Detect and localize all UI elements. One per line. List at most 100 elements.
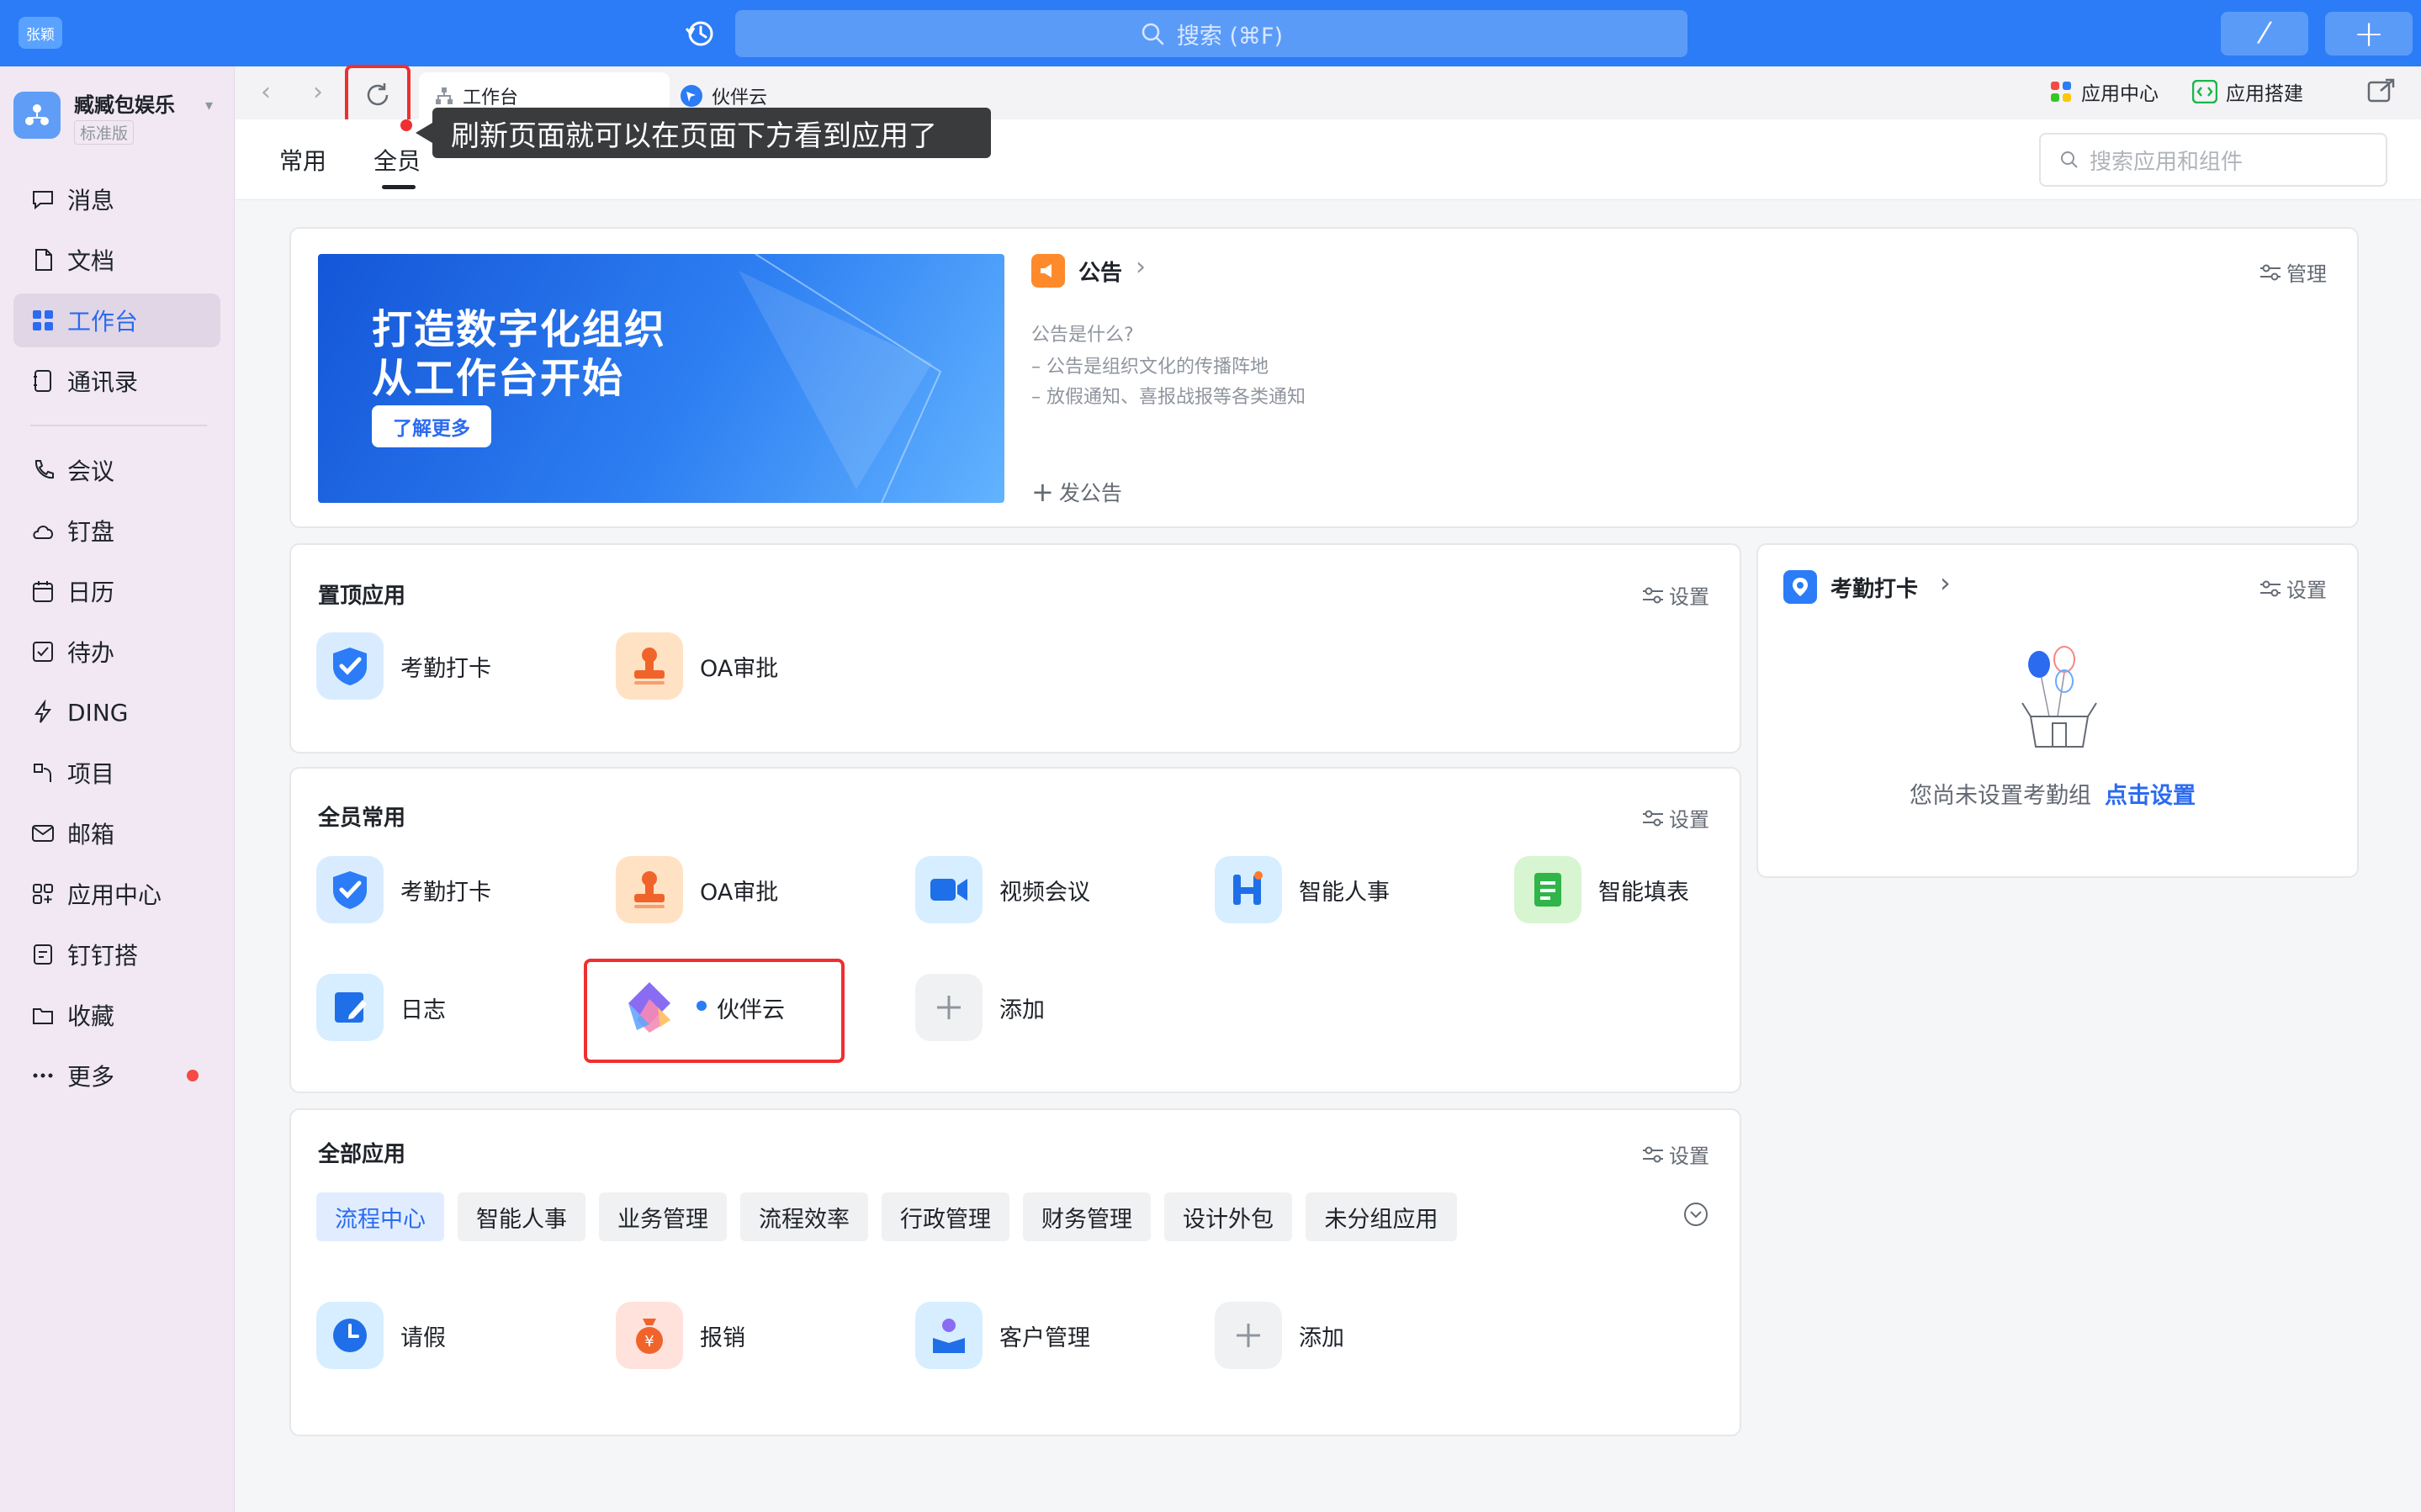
all-apps-card (289, 1108, 1741, 1436)
sidebar-item[interactable]: 日历 (13, 564, 220, 618)
settings-sliders-icon (2260, 580, 2281, 596)
promo-banner[interactable]: 打造数字化组织 从工作台开始 了解更多 (318, 254, 1004, 503)
category-chip[interactable]: 财务管理 (1023, 1192, 1151, 1241)
open-external-icon[interactable] (2367, 77, 2396, 103)
stamp-icon (616, 632, 683, 700)
sidebar-item-label: 钉钉搭 (67, 942, 139, 970)
app-attendance[interactable]: 考勤打卡 (316, 856, 491, 923)
app-search-input[interactable]: 搜索应用和组件 (2039, 133, 2387, 187)
magic-wand-icon: ⁄ (2262, 17, 2267, 50)
history-icon[interactable] (683, 17, 717, 50)
app-oa-approval[interactable]: OA审批 (616, 632, 778, 700)
sidebar-item[interactable]: 消息 (13, 172, 220, 226)
sidebar-item[interactable]: 文档 (13, 233, 220, 287)
app-label: 请假 (400, 1324, 446, 1351)
app-attendance[interactable]: 考勤打卡 (316, 632, 491, 700)
sidebar-item[interactable]: 待办 (13, 625, 220, 679)
empty-balloon-illustration (2016, 641, 2103, 753)
org-logo (13, 92, 61, 139)
magic-wand-button[interactable]: ⁄ (2221, 12, 2308, 56)
sidebar-item[interactable]: 应用中心 (13, 867, 220, 921)
app-label: 考勤打卡 (400, 655, 491, 682)
create-button[interactable]: + (2325, 12, 2413, 56)
money-bag-icon: ¥ (616, 1302, 683, 1369)
announcement-manage-button[interactable]: 管理 (2259, 257, 2327, 287)
active-tab-indicator (382, 185, 416, 189)
smart-hr-icon (1215, 856, 1282, 923)
sidebar-item[interactable]: 会议 (13, 443, 220, 497)
plus-icon (1215, 1302, 1282, 1369)
app-reimbursement[interactable]: ¥ 报销 (616, 1302, 745, 1369)
forward-arrow-icon[interactable]: › (313, 77, 323, 107)
refresh-button[interactable] (345, 65, 411, 125)
sidebar-item[interactable]: 工作台 (13, 293, 220, 347)
user-name: 张颖 (26, 26, 55, 44)
attendance-settings-button[interactable]: 设置 (2259, 574, 2327, 603)
common-settings-button[interactable]: 设置 (1642, 803, 1709, 833)
org-switcher[interactable]: 臧臧包娱乐 标准版 ▾ (13, 85, 224, 145)
sidebar-item-label: 消息 (67, 187, 115, 214)
search-placeholder: 搜索 (⌘F) (1176, 23, 1284, 50)
category-chip[interactable]: 设计外包 (1164, 1192, 1292, 1241)
app-video-meeting[interactable]: 视频会议 (915, 856, 1090, 923)
sidebar-item[interactable]: 邮箱 (13, 806, 220, 860)
subtab-common[interactable]: 常用 (279, 143, 326, 177)
category-chip[interactable]: 未分组应用 (1306, 1192, 1457, 1241)
category-chip[interactable]: 行政管理 (882, 1192, 1009, 1241)
sidebar-item-label: 待办 (67, 639, 115, 667)
category-chip[interactable]: 业务管理 (599, 1192, 727, 1241)
title-bar: 张颖 搜索 (⌘F) ⁄ + (0, 0, 2421, 66)
attendance-title[interactable]: 考勤打卡 (1830, 572, 1918, 603)
app-builder-link[interactable]: 应用搭建 (2192, 77, 2303, 106)
sidebar-divider (30, 425, 207, 426)
sidebar-item[interactable]: 钉钉搭 (13, 928, 220, 981)
sidebar-item-label: 应用中心 (67, 881, 162, 909)
app-center-label: 应用中心 (2081, 83, 2159, 105)
sidebar-item[interactable]: 项目 (13, 746, 220, 800)
code-icon (2192, 80, 2217, 103)
app-smart-form[interactable]: 智能填表 (1514, 856, 1689, 923)
manage-label: 管理 (2286, 262, 2327, 286)
expand-categories-icon[interactable] (1682, 1201, 1709, 1231)
all-apps-settings-button[interactable]: 设置 (1642, 1139, 1709, 1169)
back-arrow-icon[interactable]: ‹ (261, 77, 271, 107)
app-oa-approval[interactable]: OA审批 (616, 856, 778, 923)
app-builder-label: 应用搭建 (2226, 83, 2303, 105)
subtab-all[interactable]: 全员 (373, 143, 421, 177)
category-chip[interactable]: 智能人事 (458, 1192, 585, 1241)
app-smart-hr[interactable]: 智能人事 (1215, 856, 1390, 923)
settings-sliders-icon (1643, 587, 1663, 603)
learn-more-button[interactable]: 了解更多 (372, 405, 491, 447)
banner-headline-2: 从工作台开始 (372, 355, 625, 402)
category-chip[interactable]: 流程中心 (316, 1192, 444, 1241)
settings-label: 设置 (1669, 808, 1709, 832)
announcement-title[interactable]: 公告 (1078, 256, 1122, 287)
chevron-right-icon[interactable]: › (1136, 252, 1146, 282)
grid-icon (30, 308, 56, 333)
settings-sliders-icon (2260, 264, 2281, 280)
user-avatar[interactable]: 张颖 (19, 17, 62, 49)
app-center-link[interactable]: 应用中心 (2049, 77, 2159, 106)
org-name: 臧臧包娱乐 (74, 93, 175, 117)
global-search[interactable]: 搜索 (⌘F) (735, 10, 1687, 57)
partner-cloud-highlight-box (584, 959, 845, 1063)
app-journal[interactable]: 日志 (316, 974, 446, 1041)
sidebar-item-label: 项目 (67, 760, 115, 788)
pinned-settings-button[interactable]: 设置 (1642, 580, 1709, 610)
chevron-right-icon[interactable]: › (1940, 567, 1951, 599)
post-announcement-button[interactable]: + 发公告 (1031, 476, 1122, 508)
app-label: OA审批 (700, 879, 779, 906)
add-app-button[interactable]: 添加 (1215, 1302, 1344, 1369)
smart-form-icon (1514, 856, 1581, 923)
sidebar-item[interactable]: DING (13, 685, 220, 739)
sidebar-item[interactable]: 通讯录 (13, 354, 220, 408)
category-chip[interactable]: 流程效率 (740, 1192, 868, 1241)
attendance-setup-link[interactable]: 点击设置 (2105, 777, 2196, 810)
app-crm[interactable]: 客户管理 (915, 1302, 1090, 1369)
app-leave[interactable]: 请假 (316, 1302, 446, 1369)
sidebar-item[interactable]: 钉盘 (13, 504, 220, 558)
mail-icon (30, 821, 56, 846)
attendance-empty-text: 您尚未设置考勤组 (1910, 783, 2091, 809)
sidebar-item[interactable]: 收藏 (13, 988, 220, 1042)
add-app-button[interactable]: 添加 (915, 974, 1045, 1041)
